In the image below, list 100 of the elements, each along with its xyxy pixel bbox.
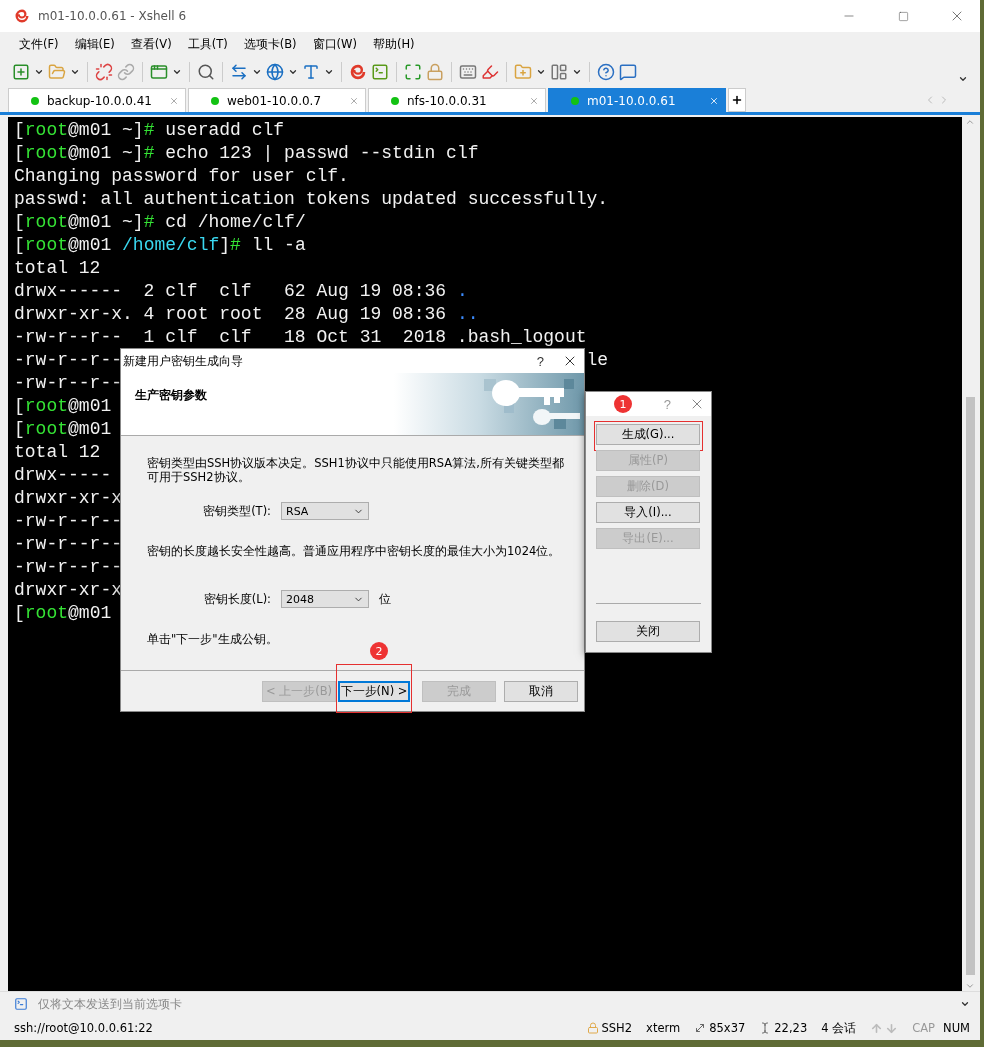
caret-icon[interactable] <box>70 67 80 77</box>
status-text: xterm <box>646 1021 681 1035</box>
status-text: 4 会话 <box>821 1020 857 1036</box>
step-badge: 2 <box>370 642 388 660</box>
highlighter-icon[interactable] <box>481 63 499 81</box>
caret-icon[interactable] <box>252 67 262 77</box>
lock-icon <box>586 1022 599 1034</box>
xshell-icon[interactable] <box>349 63 367 81</box>
menu-item[interactable]: 工具(T) <box>180 34 235 54</box>
connection-address: ssh://root@10.0.0.61:22 <box>14 1021 153 1035</box>
terminal-line: [root@m01 ~]# echo 123 | passwd --stdin clf <box>14 142 479 165</box>
layout-icon[interactable] <box>550 63 568 81</box>
menu-item[interactable]: 窗口(W) <box>305 34 364 54</box>
scroll-up-icon[interactable] <box>965 117 975 127</box>
terminal-line: [root@m01 /home/clf]# ll -a <box>14 234 306 257</box>
terminal-line: passwd: all authentication tokens updated successfully. <box>14 188 609 211</box>
dialog-title: 新建用户密钥生成向导 <box>123 353 244 369</box>
terminal-line: [root@m01 <box>14 602 112 625</box>
terminal-line: -rw-r--r-- <box>14 349 123 372</box>
session-tab[interactable]: backup-10.0.0.41 <box>8 88 186 112</box>
app-logo-icon <box>14 8 30 24</box>
key-type-select[interactable]: RSA <box>281 502 369 520</box>
new-window-icon[interactable] <box>12 63 30 81</box>
wizard-button[interactable]: 下一步(N) > <box>338 680 410 702</box>
terminal-line: drwxr-xr-x <box>14 579 123 602</box>
key-action-button[interactable]: 导入(I)... <box>596 502 700 523</box>
field-label: 密钥类型(T): <box>202 503 271 519</box>
new-tab-button[interactable] <box>728 88 746 112</box>
terminal-line: [root@m01 <box>14 418 112 441</box>
window-title: m01-10.0.0.61 - Xshell 6 <box>38 9 188 23</box>
menu-item[interactable]: 编辑(E) <box>67 34 122 54</box>
menu-item[interactable]: 文件(F) <box>12 34 66 54</box>
terminal-line: [root@m01 ~]# useradd clf <box>14 119 285 142</box>
field-label: 密钥长度(L): <box>202 591 271 607</box>
caret-icon[interactable] <box>536 67 546 77</box>
key-length-select[interactable]: 2048 <box>281 590 369 608</box>
help-icon[interactable] <box>597 63 615 81</box>
transfer-icon[interactable] <box>230 63 248 81</box>
caret-icon[interactable] <box>572 67 582 77</box>
terminal[interactable] <box>8 117 962 991</box>
status-text: 22,23 <box>774 1021 808 1035</box>
caret-icon[interactable] <box>958 74 968 84</box>
caret-icon[interactable] <box>172 67 182 77</box>
caret-icon[interactable] <box>34 67 44 77</box>
help-button[interactable]: ? <box>528 353 552 369</box>
terminal-line: drwxr-xr-x <box>14 487 123 510</box>
terminal-icon[interactable] <box>371 63 389 81</box>
session-tab[interactable]: m01-10.0.0.61 <box>548 88 726 112</box>
hint-text: 单击"下一步"生成公钥。 <box>147 632 279 646</box>
keyboard-icon[interactable] <box>459 63 477 81</box>
unlink-icon[interactable] <box>95 63 113 81</box>
caret-icon[interactable] <box>324 67 334 77</box>
plus-icon[interactable] <box>731 94 743 106</box>
key-indicator: CAP <box>912 1021 936 1035</box>
step-badge: 1 <box>614 395 632 413</box>
send-text-field[interactable]: 仅将文本发送到当前选项卡 <box>36 996 952 1012</box>
terminal-line: drwxr-xr-x. 4 root root 28 Aug 19 08:36 .. <box>14 303 479 326</box>
link-icon[interactable] <box>117 63 135 81</box>
close-dialog-button[interactable]: 关闭 <box>596 621 700 642</box>
terminal-line: -rw-r--r-- <box>14 372 123 395</box>
scrollbar-thumb[interactable] <box>965 397 975 975</box>
resize-icon <box>694 1022 707 1034</box>
terminal-line: drwx----- <box>14 464 112 487</box>
fullscreen-icon[interactable] <box>404 63 422 81</box>
globe-icon[interactable] <box>266 63 284 81</box>
key-indicator: NUM <box>943 1021 970 1035</box>
caret-icon[interactable] <box>288 67 298 77</box>
chat-icon[interactable] <box>619 63 637 81</box>
lock-icon[interactable] <box>426 63 444 81</box>
menu-item[interactable]: 帮助(H) <box>365 34 422 54</box>
terminal-line: Changing password for user clf. <box>14 165 349 188</box>
session-tab[interactable]: nfs-10.0.0.31 <box>368 88 546 112</box>
wizard-button[interactable]: 取消 <box>504 680 578 702</box>
terminal-line: [root@m01 ~]# cd /home/clf/ <box>14 211 306 234</box>
terminal-line: -rw-r--r-- <box>14 510 123 533</box>
terminal-line: total 12 <box>14 441 101 464</box>
menu-item[interactable]: 查看(V) <box>123 34 179 54</box>
description-text: 密钥的长度越长安全性越高。普通应用程序中密钥长度的最佳大小为1024位。 <box>147 544 562 558</box>
session-tab[interactable]: web01-10.0.0.7 <box>188 88 366 112</box>
terminal-line: [root@m01 <box>14 395 112 418</box>
description-text: 密钥类型由SSH协议版本决定。SSH1协议中只能使用RSA算法,所有关键类型都可用于SSH2协议。 <box>147 456 564 484</box>
terminal-icon[interactable] <box>14 997 28 1011</box>
window-settings-icon[interactable] <box>150 63 168 81</box>
caret-icon[interactable] <box>960 999 970 1009</box>
terminal-line: drwx------ 2 clf clf 62 Aug 19 08:36 . <box>14 280 468 303</box>
step-heading: 生产密钥参数 <box>134 387 208 404</box>
key-action-button[interactable]: 生成(G)... <box>596 424 700 445</box>
terminal-line: le <box>586 349 609 372</box>
terminal-line: -rw-r--r-- <box>14 556 123 579</box>
scroll-down-icon[interactable] <box>965 981 975 991</box>
terminal-line: -rw-r--r-- 1 clf clf 18 Oct 31 2018 .bash_logout <box>14 326 587 349</box>
font-icon[interactable] <box>302 63 320 81</box>
maximize-icon[interactable] <box>897 10 909 22</box>
menu-item[interactable]: 选项卡(B) <box>236 34 304 54</box>
status-text: 85x37 <box>709 1021 746 1035</box>
terminal-line: -rw-r--r-- <box>14 533 123 556</box>
search-icon[interactable] <box>197 63 215 81</box>
unit-label: 位 <box>379 591 391 607</box>
status-text: SSH2 <box>601 1021 633 1035</box>
terminal-line: total 12 <box>14 257 101 280</box>
